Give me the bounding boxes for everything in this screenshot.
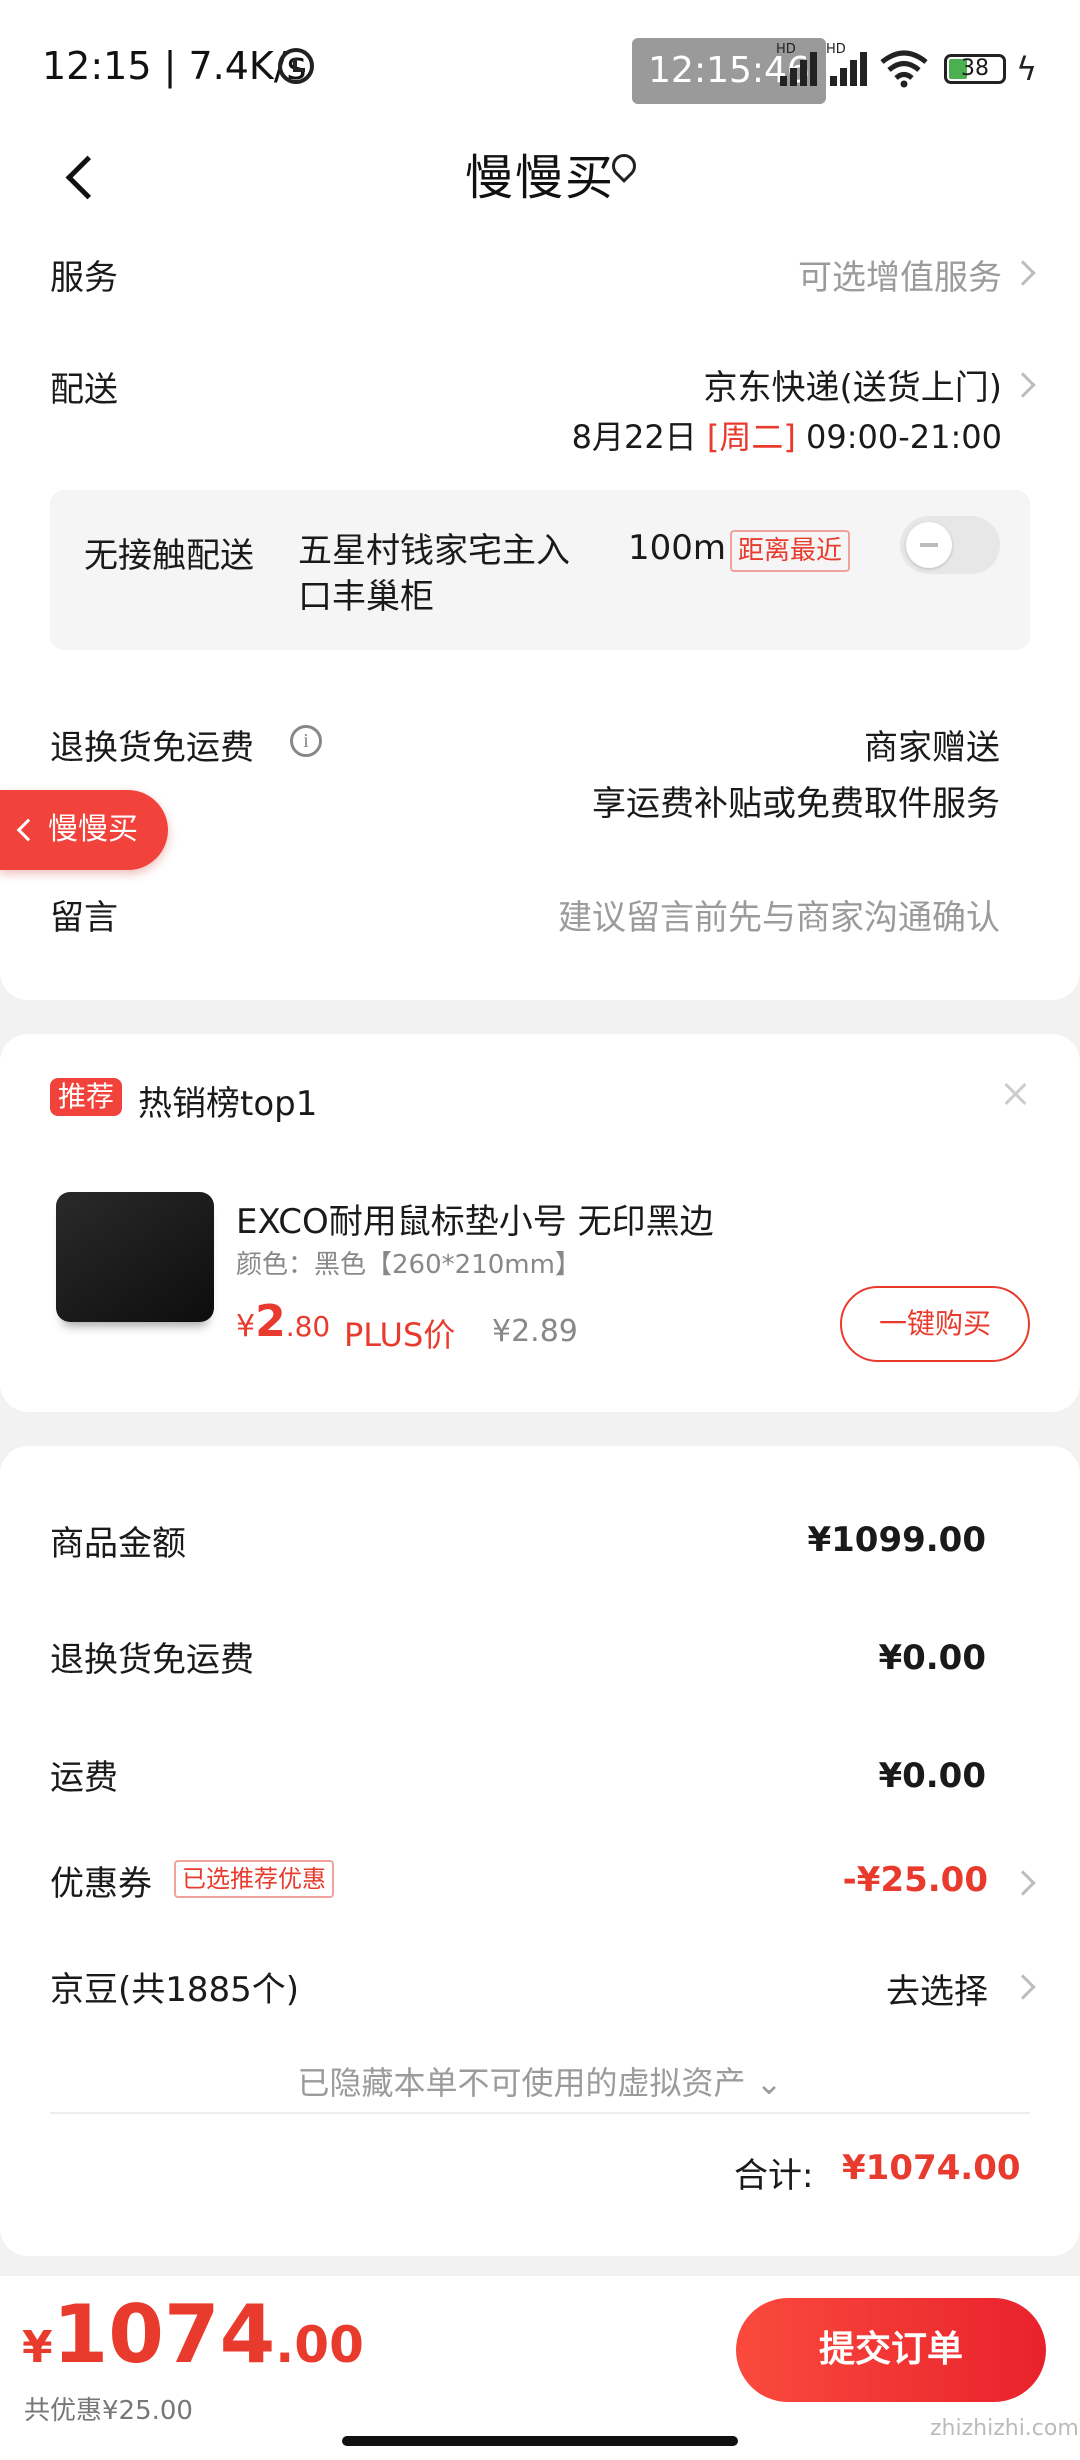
service-value[interactable]: 可选增值服务 [798,250,1002,299]
recommend-title: 热销榜top1 [138,1084,318,1124]
submit-order-button[interactable]: 提交订单 [736,2298,1046,2402]
message-input[interactable]: 建议留言前先与商家沟通确认 [558,890,1000,939]
status-bar: 12:15 | 7.4K/s 12:15:46 HD HD 38 ϟ [0,0,1080,130]
order-confirm-page: 12:15 | 7.4K/s 12:15:46 HD HD 38 ϟ 慢慢买 服… [0,0,1080,2460]
jingdou-select[interactable]: 去选择 [886,1964,988,2013]
coupon-label: 优惠券 [50,1864,152,1904]
chevron-right-icon[interactable] [1010,1974,1036,2000]
delivery-label: 配送 [50,370,118,410]
home-indicator[interactable] [342,2436,738,2446]
goods-amount-label: 商品金额 [50,1524,186,1564]
page-title: 慢慢买 [464,150,615,206]
recommend-badge: 推荐 [50,1078,123,1116]
chevron-right-icon[interactable] [1010,260,1036,286]
contactless-toggle[interactable] [900,516,1000,574]
return-free-sub: 享运费补贴或免费取件服务 [592,784,1000,824]
coupon-value[interactable]: -¥25.00 [843,1860,988,1900]
chevron-right-icon[interactable] [1010,1870,1036,1896]
goods-amount-value: ¥1099.00 [807,1520,986,1560]
shipping-value: ¥0.00 [878,1756,986,1796]
pickup-distance: 100m [628,528,727,568]
recommend-card: 推荐 热销榜top1 EXCO耐用鼠标垫小号 无印黑边 颜色：黑色【260*21… [0,1034,1080,1412]
total-discount: 共优惠¥25.00 [24,2396,193,2426]
original-price: ¥2.89 [492,1314,578,1349]
nearest-badge: 距离最近 [730,530,851,572]
signal-icon: HD [776,42,817,86]
amount-summary-card: 商品金额 ¥1099.00 退换货免运费 ¥0.00 运费 ¥0.00 优惠券 … [0,1446,1080,2256]
delivery-method[interactable]: 京东快递(送货上门) [703,360,1002,409]
status-time: 12:15 | 7.4K/s [42,44,307,88]
order-options-card: 服务 可选增值服务 配送 京东快递(送货上门) 8月22日 [周二] 09:00… [0,230,1080,1000]
wifi-icon [880,48,928,88]
checkout-bar: ¥1074.00 共优惠¥25.00 提交订单 zhizhizhi.com [0,2276,1080,2460]
floating-return-tab[interactable]: 慢慢买 [0,790,168,870]
chevron-left-icon [16,818,40,842]
plus-price-label: PLUS价 [344,1316,456,1354]
watermark: zhizhizhi.com [930,2416,1079,2441]
jingdou-label: 京豆(共1885个) [50,1970,300,2010]
return-free-label: 退换货免运费 [50,728,254,768]
contactless-delivery: 无接触配送 五星村钱家宅主入口丰巢柜 100m 距离最近 [50,490,1030,650]
quick-buy-button[interactable]: 一键购买 [840,1286,1030,1362]
charging-icon: ϟ [1016,50,1038,88]
contactless-label: 无接触配送 [84,536,254,576]
pickup-location: 五星村钱家宅主入口丰巢柜 [298,531,570,617]
alarm-icon [278,48,314,84]
shipping-label: 运费 [50,1758,118,1798]
delivery-time[interactable]: 8月22日 [周二] 09:00-21:00 [572,412,1002,458]
service-label: 服务 [50,258,118,298]
product-spec: 颜色：黑色【260*210mm】 [236,1250,581,1280]
coupon-badge: 已选推荐优惠 [174,1860,334,1898]
total-value: ¥1074.00 [842,2148,1021,2188]
hidden-assets-toggle[interactable]: 已隐藏本单不可使用的虚拟资产 ⌄ [0,2058,1080,2104]
return-fee-value: ¥0.00 [878,1638,986,1678]
product-image[interactable] [56,1192,214,1322]
page-header: 慢慢买 [0,130,1080,230]
info-icon[interactable] [290,725,322,757]
divider [50,2112,1030,2114]
return-fee-label: 退换货免运费 [50,1640,254,1680]
message-label: 留言 [50,898,118,938]
signal-icon-2: HD [826,42,867,86]
final-price: ¥1074.00 [22,2288,364,2381]
product-name[interactable]: EXCO耐用鼠标垫小号 无印黑边 [236,1194,714,1243]
location-pin-icon[interactable] [610,152,636,186]
product-price: ¥2.80 [236,1296,331,1347]
battery-icon: 38 [944,54,1006,84]
total-label: 合计: [734,2156,814,2196]
return-free-value: 商家赠送 [864,728,1000,768]
chevron-right-icon[interactable] [1010,372,1036,398]
close-icon[interactable] [1002,1080,1030,1108]
